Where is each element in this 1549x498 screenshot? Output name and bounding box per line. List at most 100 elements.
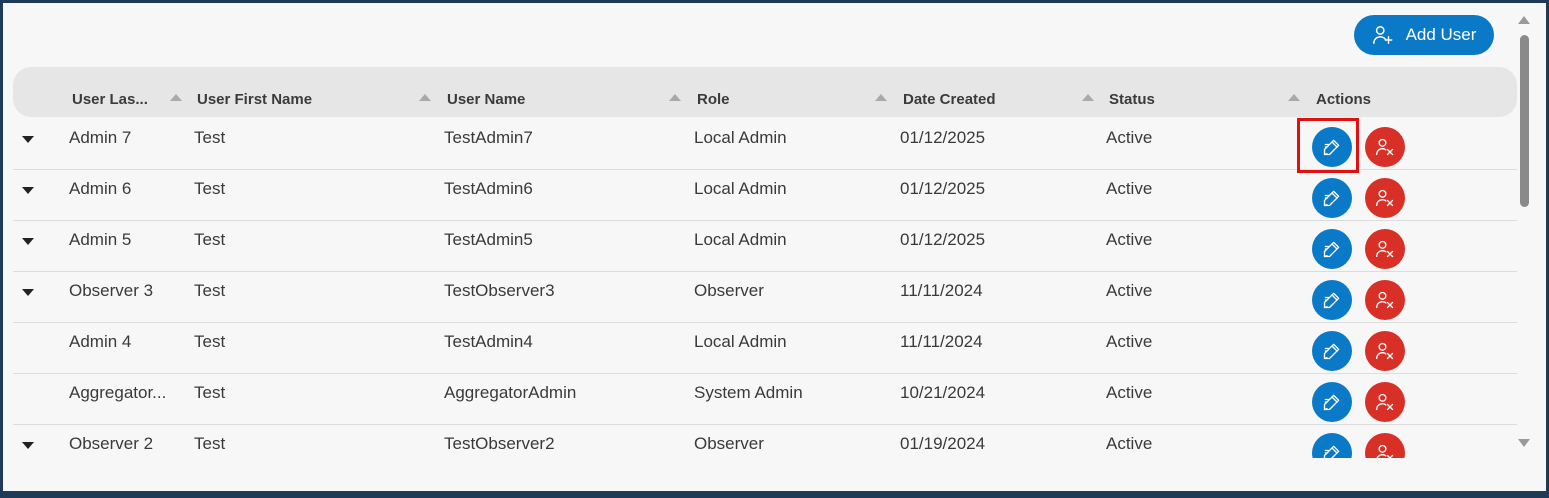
add-user-label: Add User bbox=[1405, 25, 1477, 44]
cell-status: Active bbox=[1106, 383, 1153, 402]
cell-username: TestAdmin6 bbox=[444, 179, 533, 198]
caret-down-icon[interactable] bbox=[22, 238, 34, 245]
delete-user-button[interactable] bbox=[1365, 178, 1405, 218]
sort-up-icon[interactable] bbox=[170, 94, 182, 101]
table-row[interactable]: Observer 2 Test TestObserver2 Observer 01/19… bbox=[13, 425, 1517, 458]
caret-down-icon[interactable] bbox=[22, 187, 34, 194]
cell-role: Observer bbox=[694, 434, 764, 453]
edit-pencil-icon bbox=[1323, 394, 1340, 411]
edit-pencil-icon bbox=[1323, 445, 1340, 458]
cell-status: Active bbox=[1106, 128, 1153, 147]
cell-status: Active bbox=[1106, 281, 1153, 300]
edit-user-button[interactable] bbox=[1312, 331, 1352, 371]
caret-down-icon[interactable] bbox=[22, 442, 34, 449]
column-header-user-name[interactable]: User Name bbox=[447, 91, 525, 108]
cell-date: 01/12/2025 bbox=[900, 179, 986, 198]
cell-last: Admin 5 bbox=[69, 230, 132, 249]
remove-user-icon bbox=[1376, 240, 1394, 258]
sort-up-icon[interactable] bbox=[669, 94, 681, 101]
edit-user-button[interactable] bbox=[1312, 382, 1352, 422]
edit-pencil-icon bbox=[1323, 190, 1340, 207]
cell-username: TestAdmin4 bbox=[444, 332, 533, 351]
cell-role: Observer bbox=[694, 281, 764, 300]
cell-first: Test bbox=[194, 332, 226, 351]
delete-user-button[interactable] bbox=[1365, 280, 1405, 320]
cell-last: Observer 3 bbox=[69, 281, 154, 300]
cell-role: Local Admin bbox=[694, 230, 787, 249]
cell-role: Local Admin bbox=[694, 332, 787, 351]
delete-user-button[interactable] bbox=[1365, 382, 1405, 422]
edit-pencil-icon bbox=[1323, 292, 1340, 309]
cell-username: AggregatorAdmin bbox=[444, 383, 577, 402]
add-user-icon bbox=[1372, 26, 1393, 44]
caret-down-icon[interactable] bbox=[22, 289, 34, 296]
remove-user-icon bbox=[1376, 291, 1394, 309]
edit-user-button[interactable] bbox=[1312, 229, 1352, 269]
column-header-actions: Actions bbox=[1316, 91, 1372, 108]
cell-role: System Admin bbox=[694, 383, 803, 402]
table-row[interactable]: Observer 3 Test TestObserver3 Observer 11/11… bbox=[13, 272, 1517, 323]
cell-date: 10/21/2024 bbox=[900, 383, 986, 402]
table-header: User Las... User First Name User Name Ro… bbox=[13, 67, 1517, 117]
cell-first: Test bbox=[194, 128, 226, 147]
cell-status: Active bbox=[1106, 179, 1153, 198]
cell-date: 11/11/2024 bbox=[900, 281, 983, 300]
cell-date: 01/12/2025 bbox=[900, 230, 986, 249]
column-header-status[interactable]: Status bbox=[1109, 91, 1155, 108]
cell-status: Active bbox=[1106, 332, 1153, 351]
table-row[interactable]: Aggregator... Test AggregatorAdmin System A… bbox=[13, 374, 1517, 425]
cell-last: Observer 2 bbox=[69, 434, 154, 453]
scrollbar-thumb[interactable] bbox=[1520, 35, 1529, 207]
column-header-first-name[interactable]: User First Name bbox=[197, 91, 312, 108]
delete-user-button[interactable] bbox=[1365, 433, 1405, 458]
table-row[interactable]: Admin 5 Test TestAdmin5 Local Admin 01/12/20… bbox=[13, 221, 1517, 272]
scroll-up-arrow-icon[interactable] bbox=[1518, 16, 1530, 24]
cell-first: Test bbox=[194, 230, 226, 249]
cell-last: Admin 4 bbox=[69, 332, 132, 351]
edit-pencil-icon bbox=[1323, 343, 1340, 360]
cell-first: Test bbox=[194, 434, 226, 453]
cell-last: Admin 6 bbox=[69, 179, 132, 198]
cell-first: Test bbox=[194, 179, 226, 198]
edit-user-button[interactable] bbox=[1312, 178, 1352, 218]
cell-status: Active bbox=[1106, 230, 1153, 249]
column-header-date-created[interactable]: Date Created bbox=[903, 91, 996, 108]
cell-last: Aggregator... bbox=[69, 383, 167, 402]
delete-user-button[interactable] bbox=[1365, 229, 1405, 269]
sort-up-icon[interactable] bbox=[1288, 94, 1300, 101]
column-header-role[interactable]: Role bbox=[697, 91, 730, 108]
delete-user-button[interactable] bbox=[1365, 331, 1405, 371]
cell-first: Test bbox=[194, 281, 226, 300]
edit-user-button[interactable] bbox=[1312, 433, 1352, 458]
remove-user-icon bbox=[1376, 189, 1394, 207]
cell-username: TestAdmin7 bbox=[444, 128, 533, 147]
sort-up-icon[interactable] bbox=[419, 94, 431, 101]
cell-last: Admin 7 bbox=[69, 128, 132, 147]
edit-pencil-icon bbox=[1323, 139, 1340, 156]
delete-user-button[interactable] bbox=[1365, 127, 1405, 167]
sort-up-icon[interactable] bbox=[875, 94, 887, 101]
table-row[interactable]: Admin 6 Test TestAdmin6 Local Admin 01/12/20… bbox=[13, 170, 1517, 221]
scroll-down-arrow-icon[interactable] bbox=[1518, 439, 1530, 447]
remove-user-icon bbox=[1376, 393, 1394, 411]
edit-user-button[interactable] bbox=[1312, 127, 1352, 167]
cell-role: Local Admin bbox=[694, 179, 787, 198]
sort-up-icon[interactable] bbox=[1082, 94, 1094, 101]
cell-date: 01/19/2024 bbox=[900, 434, 986, 453]
cell-username: TestAdmin5 bbox=[444, 230, 533, 249]
column-header-last-name[interactable]: User Las... bbox=[72, 91, 148, 108]
cell-role: Local Admin bbox=[694, 128, 787, 147]
table-body: Admin 7 Test TestAdmin7 Local Admin 01/12/20… bbox=[13, 119, 1517, 458]
edit-user-button[interactable] bbox=[1312, 280, 1352, 320]
cell-username: TestObserver3 bbox=[444, 281, 555, 300]
caret-down-icon[interactable] bbox=[22, 136, 34, 143]
remove-user-icon bbox=[1376, 444, 1394, 458]
users-panel: Add User User Las... User First Name Use… bbox=[3, 3, 1546, 491]
cell-status: Active bbox=[1106, 434, 1153, 453]
table-row[interactable]: Admin 7 Test TestAdmin7 Local Admin 01/12/20… bbox=[13, 119, 1517, 170]
table-row[interactable]: Admin 4 Test TestAdmin4 Local Admin 11/11/20… bbox=[13, 323, 1517, 374]
add-user-button[interactable]: Add User bbox=[1354, 15, 1494, 55]
cell-first: Test bbox=[194, 383, 226, 402]
cell-date: 01/12/2025 bbox=[900, 128, 986, 147]
remove-user-icon bbox=[1376, 138, 1394, 156]
